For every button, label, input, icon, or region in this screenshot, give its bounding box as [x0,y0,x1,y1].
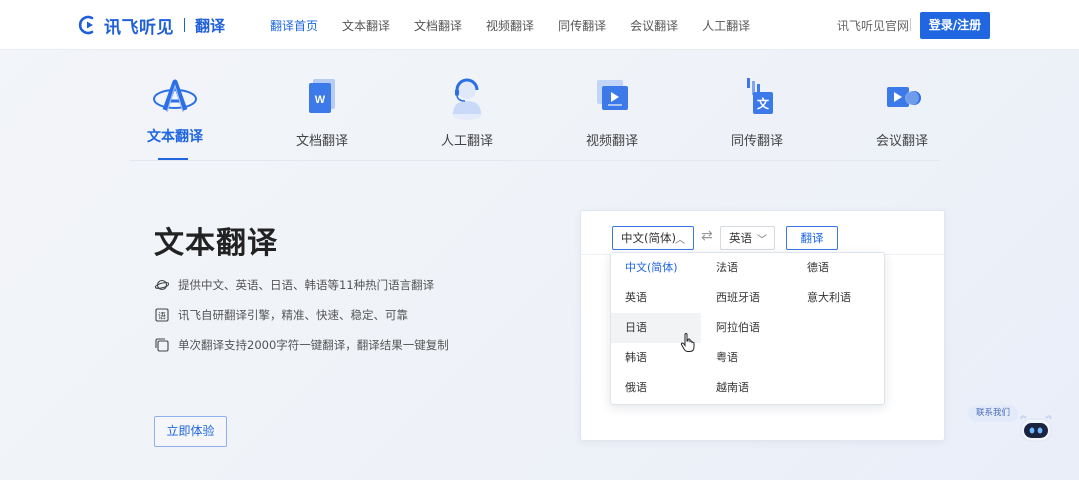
tab-text-translate[interactable]: 文本翻译 [130,74,220,146]
product-tabs: 文本翻译 W 文档翻译 人工翻译 视频翻译 文 同传翻译 会议翻译 [130,74,940,162]
hand-cursor-icon [680,332,696,353]
language-option[interactable]: 意大利语 [793,283,883,313]
chevron-down-icon: ﹀ [757,235,767,246]
meeting-icon [878,74,926,120]
language-option[interactable]: 俄语 [611,373,701,403]
language-dropdown: 中文(简体) 英语 日语 韩语 俄语 法语 西班牙语 阿拉伯语 粤语 越南语 德… [610,252,885,405]
target-language-select[interactable]: 英语 ﹀ [720,226,775,250]
active-tab-indicator [158,158,188,160]
svg-text:W: W [315,94,326,106]
tab-label: 视频翻译 [585,134,638,149]
language-option[interactable]: 中文(简体) [611,253,701,283]
feature-text: 提供中文、英语、日语、韩语等11种热门语言翻译 [178,278,435,292]
tab-label: 文档翻译 [295,134,348,149]
tab-meeting-translate[interactable]: 会议翻译 [857,74,947,149]
human-agent-icon [443,74,491,120]
logo-text: 讯飞听见 [104,17,174,38]
svg-text:语: 语 [158,311,166,321]
contact-us-button[interactable]: 联系我们 [968,405,1018,422]
feature-text: 单次翻译支持2000字符一键翻译，翻译结果一键复制 [178,338,449,352]
document-icon: W [298,74,346,120]
tab-label: 同传翻译 [730,134,783,149]
login-button[interactable]: 登录/注册 [920,12,990,39]
logo-subtitle: 翻译 [195,16,226,35]
top-header: 讯飞听见 翻译 翻译首页 文本翻译 文档翻译 视频翻译 同传翻译 会议翻译 人工… [0,0,1079,50]
tab-simultaneous-translate[interactable]: 文 同传翻译 [712,74,802,149]
language-option[interactable]: 法语 [702,253,792,283]
tabs-divider [130,160,940,161]
header-divider [910,18,911,31]
nav-item-meeting[interactable]: 会议翻译 [630,17,678,34]
tab-label: 会议翻译 [875,134,928,149]
feature-item: 提供中文、英语、日语、韩语等11种热门语言翻译 [154,277,435,293]
logo-icon [78,14,100,36]
swap-languages-icon[interactable]: ⇄ [701,228,713,244]
tab-label: 文本翻译 [147,129,203,145]
target-language-value: 英语 [729,231,752,245]
language-option[interactable]: 阿拉伯语 [702,313,792,343]
main-nav: 翻译首页 文本翻译 文档翻译 视频翻译 同传翻译 会议翻译 人工翻译 [270,17,774,34]
feature-item: 单次翻译支持2000字符一键翻译，翻译结果一键复制 [155,337,449,353]
tab-human-translate[interactable]: 人工翻译 [422,74,512,149]
logo-separator [184,18,185,32]
translate-char-icon: 语 [155,308,169,322]
simultaneous-icon: 文 [733,74,781,120]
tab-video-translate[interactable]: 视频翻译 [567,74,657,149]
official-site-link[interactable]: 讯飞听见官网 [837,17,909,34]
nav-item-human[interactable]: 人工翻译 [702,17,750,34]
language-option[interactable]: 德语 [793,253,883,283]
chevron-up-icon: ︿ [675,235,685,246]
source-language-select[interactable]: 中文(简体) ︿ [612,226,694,250]
translate-button[interactable]: 翻译 [786,226,838,250]
feature-item: 语 讯飞自研翻译引擎，精准、快速、稳定、可靠 [155,307,408,323]
language-option[interactable]: 越南语 [702,373,792,403]
try-now-button[interactable]: 立即体验 [154,416,227,447]
nav-item-home[interactable]: 翻译首页 [270,17,318,34]
feature-text: 讯飞自研翻译引擎，精准、快速、稳定、可靠 [178,308,408,322]
nav-item-video[interactable]: 视频翻译 [486,17,534,34]
tab-document-translate[interactable]: W 文档翻译 [277,74,367,149]
copy-icon [155,338,169,352]
source-language-value: 中文(简体) [621,231,676,245]
language-option[interactable]: 粤语 [702,343,792,373]
video-icon [588,74,636,120]
robot-assistant-icon[interactable] [1018,413,1054,443]
nav-item-document[interactable]: 文档翻译 [414,17,462,34]
page-title: 文本翻译 [154,226,278,261]
svg-text:文: 文 [757,96,770,111]
planet-icon [154,278,170,292]
nav-item-simultaneous[interactable]: 同传翻译 [558,17,606,34]
tab-label: 人工翻译 [440,134,493,149]
language-option[interactable]: 英语 [611,283,701,313]
brand-logo[interactable]: 讯飞听见 翻译 [78,12,225,38]
nav-item-text[interactable]: 文本翻译 [342,17,390,34]
text-translate-icon [151,74,199,120]
language-option[interactable]: 西班牙语 [702,283,792,313]
